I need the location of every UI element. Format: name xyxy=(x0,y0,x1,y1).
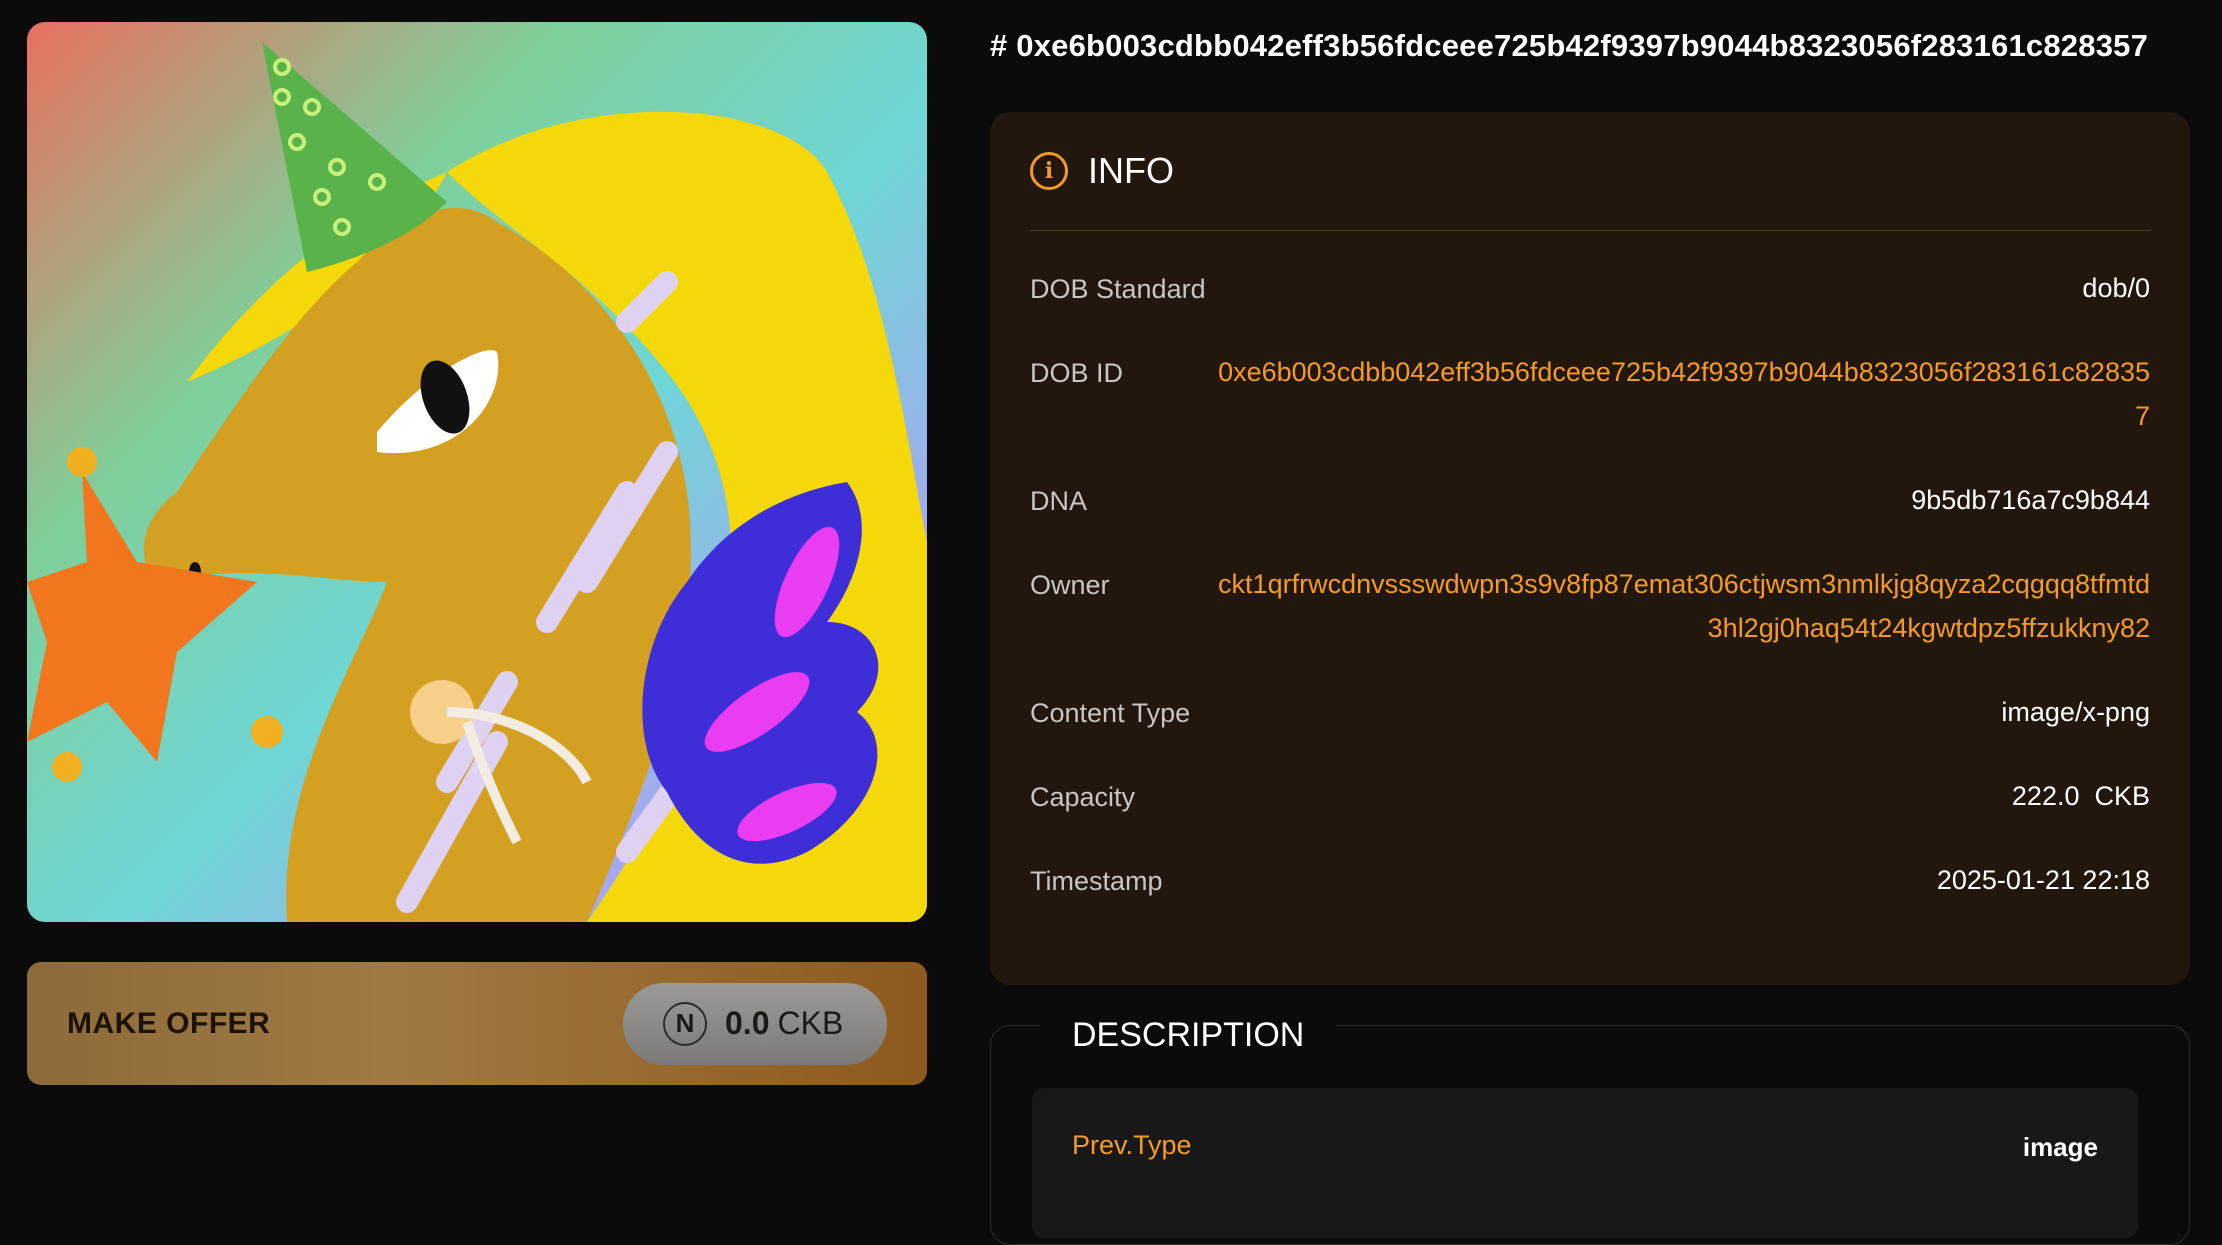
owner-address-link[interactable]: ckt1qrfrwcdnvssswdwpn3s9v8fp87emat306ctj… xyxy=(1210,562,2150,650)
info-key: DOB Standard xyxy=(1030,274,1206,304)
description-key: Prev.Type xyxy=(1072,1130,1192,1160)
info-row-timestamp: Timestamp 2025-01-21 22:18 xyxy=(1030,865,2150,902)
info-value: 9b5db716a7c9b844 xyxy=(1911,485,2150,515)
offer-price-unit: CKB xyxy=(777,1005,844,1041)
info-header: i INFO xyxy=(1030,112,2150,231)
info-row-dna: DNA 9b5db716a7c9b844 xyxy=(1030,485,2150,522)
info-row-owner: Owner ckt1qrfrwcdnvssswdwpn3s9v8fp87emat… xyxy=(1030,569,2150,650)
description-value: image xyxy=(2022,1132,2098,1162)
page-title: # 0xe6b003cdbb042eff3b56fdceee725b42f939… xyxy=(990,28,2149,63)
info-key: Owner xyxy=(1030,570,1110,600)
info-value: 2025-01-21 22:18 xyxy=(1936,865,2150,895)
make-offer-button[interactable]: MAKE OFFER N 0.0 CKB xyxy=(27,962,927,1085)
info-row-dob-standard: DOB Standard dob/0 xyxy=(1030,273,2150,310)
info-title: INFO xyxy=(1088,150,1174,191)
info-key: Content Type xyxy=(1030,698,1191,728)
info-key: DOB ID xyxy=(1030,358,1124,388)
offer-price-value: 0.0 xyxy=(725,1005,770,1041)
info-row-content-type: Content Type image/x-png xyxy=(1030,697,2150,734)
description-title: DESCRIPTION xyxy=(1040,1012,1337,1058)
make-offer-label: MAKE OFFER xyxy=(67,1006,271,1040)
info-key: Timestamp xyxy=(1030,866,1163,896)
info-key: Capacity xyxy=(1030,782,1136,812)
info-icon: i xyxy=(1030,152,1068,190)
info-value: dob/0 xyxy=(2082,273,2150,303)
info-value: image/x-png xyxy=(2001,697,2150,727)
description-row-prev-type: Prev.Type image xyxy=(1032,1088,2138,1238)
unicorn-artwork-image xyxy=(27,22,927,922)
dob-id-link[interactable]: 0xe6b003cdbb042eff3b56fdceee725b42f9397b… xyxy=(1210,350,2150,438)
info-key: DNA xyxy=(1030,486,1088,516)
info-value: 222.0 CKB xyxy=(2011,781,2150,811)
info-card: i INFO DOB Standard dob/0 DOB ID 0xe6b00… xyxy=(990,112,2190,985)
ckb-logo-icon: N xyxy=(663,1001,707,1046)
info-row-dob-id: DOB ID 0xe6b003cdbb042eff3b56fdceee725b4… xyxy=(1030,357,2150,438)
offer-price-pill: N 0.0 CKB xyxy=(623,982,887,1065)
nft-artwork[interactable] xyxy=(27,22,927,922)
info-row-capacity: Capacity 222.0 CKB xyxy=(1030,781,2150,818)
